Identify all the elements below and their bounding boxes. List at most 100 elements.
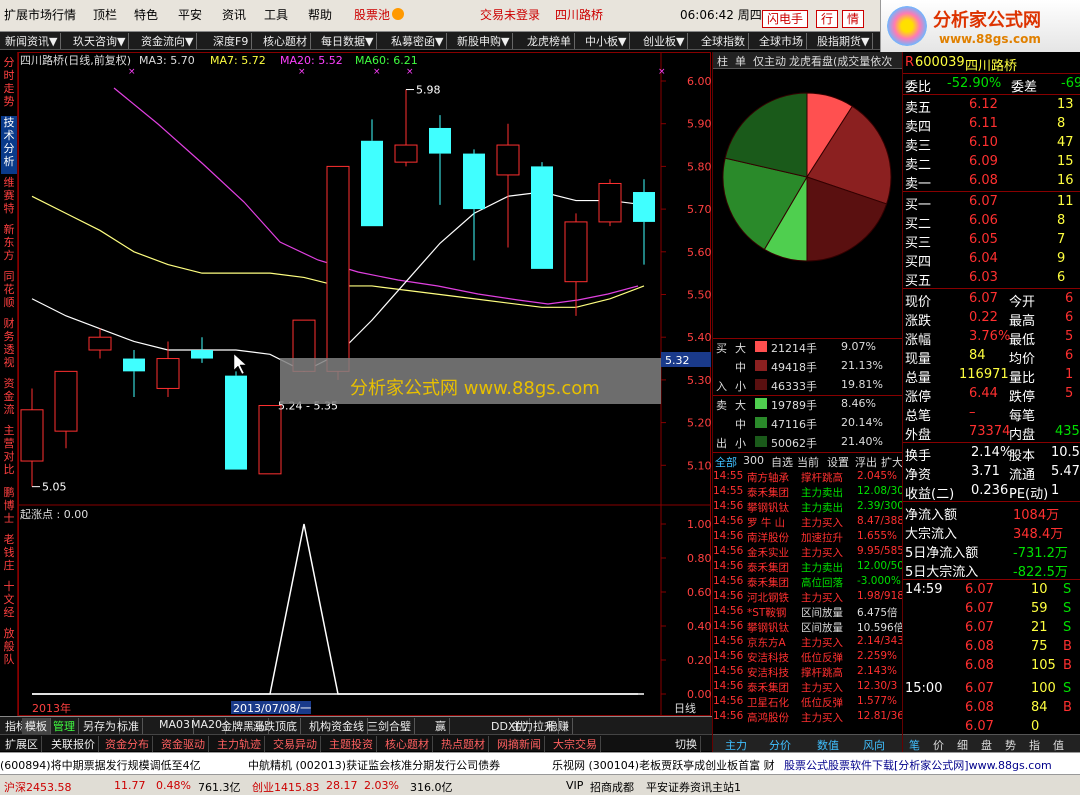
news-row[interactable]: 14:56 安洁科技 撑杆跳高 2.143% [713, 665, 903, 680]
news-row[interactable]: 14:56 罗 牛 山 主力买入 8.47/388 [713, 515, 903, 530]
left-nav-item-8[interactable]: 鹏博士 [1, 486, 17, 531]
news-row[interactable]: 14:56 南洋股份 加速拉升 1.655% [713, 530, 903, 545]
indicator-tab-9[interactable]: 机构资金线 [306, 718, 368, 734]
left-nav-item-0[interactable]: 分时走势 [1, 56, 17, 114]
indicator-tab-1[interactable]: 模板 [22, 718, 51, 734]
flow-tab-0[interactable]: 柱 [715, 53, 730, 69]
menu-item-extended-market[interactable]: 扩展市场行情 [4, 6, 76, 23]
extension-tab-6[interactable]: 主题投资 [326, 736, 377, 752]
switch-button[interactable]: 切换 [672, 736, 701, 752]
extension-tab-3[interactable]: 资金驱动 [158, 736, 209, 752]
extension-tab-9[interactable]: 网摘新闻 [494, 736, 545, 752]
left-nav-item-11[interactable]: 放般队 [1, 627, 17, 672]
left-nav-item-3[interactable]: 新东方 [1, 223, 17, 268]
news-tab-0[interactable]: 全部 [715, 454, 737, 470]
mid-bottom-tab-0[interactable]: 主力 [725, 737, 747, 753]
news-row[interactable]: 14:56 *ST鞍钢 区间放量 6.475倍 [713, 605, 903, 620]
quote-tab-1[interactable]: 价 [933, 737, 944, 752]
left-nav-item-6[interactable]: 资金流 [1, 377, 17, 422]
toolbar-item-9[interactable]: 中小板▼ [582, 33, 631, 49]
quote-tab-2[interactable]: 细 [957, 737, 968, 752]
news-row[interactable]: 14:56 高鸿股份 主力买入 12.81/36 [713, 710, 903, 725]
quote-tab-4[interactable]: 势 [1005, 737, 1016, 752]
news-tab-6[interactable]: 扩大 [881, 454, 903, 470]
news-tab-1[interactable]: 300 [743, 454, 764, 467]
news-row[interactable]: 14:56 攀钢钒钛 区间放量 10.596倍 [713, 620, 903, 635]
left-nav-item-5[interactable]: 财务透视 [1, 317, 17, 375]
flash-trade-button[interactable]: 闪电手 [762, 10, 809, 28]
ticker-item[interactable]: (600894)将中期票据发行规模调低至4亿 [0, 757, 201, 773]
extension-tab-0[interactable]: 扩展区 [2, 736, 42, 752]
news-row[interactable]: 14:56 泰禾集团 主力卖出 12.00/50 [713, 560, 903, 575]
left-nav-item-7[interactable]: 主营对比 [1, 424, 17, 482]
flow-tab-1[interactable]: 单 [733, 53, 748, 69]
news-tab-3[interactable]: 当前 [797, 454, 819, 470]
toolbar-item-4[interactable]: 核心题材 [260, 33, 311, 49]
flow-tab-3[interactable]: 龙虎看盘(成交量依次 [787, 53, 894, 69]
ticker-item[interactable]: 乐视网 (300104)老板贾跃亭成创业板首富 财 [552, 757, 775, 773]
extension-tab-7[interactable]: 核心题材 [382, 736, 433, 752]
toolbar-item-11[interactable]: 全球指数 [698, 33, 749, 49]
news-row[interactable]: 14:56 卫星石化 低位反弹 1.577% [713, 695, 903, 710]
quote-tab-0[interactable]: 笔 [909, 737, 920, 752]
left-nav-item-10[interactable]: 十文经 [1, 580, 17, 625]
news-row[interactable]: 14:56 泰禾集团 主力买入 12.30/3 [713, 680, 903, 695]
trade-login-status[interactable]: 交易未登录 [480, 6, 540, 23]
toolbar-item-3[interactable]: 深度F9 [210, 33, 253, 49]
left-nav-item-2[interactable]: 维赛特 [1, 176, 17, 221]
news-row[interactable]: 14:55 南方轴承 撑杆跳高 2.045% [713, 470, 903, 485]
quote-tab-6[interactable]: 值 [1053, 737, 1064, 752]
mid-bottom-tab-2[interactable]: 数值 [817, 737, 839, 753]
vip-badge[interactable]: VIP [566, 779, 583, 792]
indicator-tab-11[interactable]: 赢 [432, 718, 450, 734]
extension-tab-5[interactable]: 交易异动 [270, 736, 321, 752]
info-button[interactable]: 情 [842, 10, 865, 28]
news-tab-2[interactable]: 自选 [771, 454, 793, 470]
quote-tab-3[interactable]: 盘 [981, 737, 992, 752]
news-tab-4[interactable]: 设置 [827, 454, 849, 470]
period-label[interactable]: 日线 [674, 701, 696, 715]
toolbar-item-7[interactable]: 新股申购▼ [454, 33, 514, 49]
news-row[interactable]: 14:56 安洁科技 低位反弹 2.259% [713, 650, 903, 665]
toolbar-item-10[interactable]: 创业板▼ [640, 33, 689, 49]
news-row[interactable]: 14:55 泰禾集团 主力卖出 12.08/30 [713, 485, 903, 500]
kline-chart[interactable]: 四川路桥(日线,前复权) MA3: 5.70 MA7: 5.72 MA20: 5… [18, 52, 711, 716]
indicator-tab-8[interactable]: 涨跌顶底 [250, 718, 301, 734]
indicator-tab-14[interactable]: 稳赚 [544, 718, 573, 734]
menu-item-special[interactable]: 特色 [134, 6, 158, 23]
toolbar-item-8[interactable]: 龙虎榜单 [524, 33, 575, 49]
flow-tab-2[interactable]: 仅主动 [751, 53, 788, 69]
extension-tab-4[interactable]: 主力轨迹 [214, 736, 265, 752]
left-nav-item-4[interactable]: 同花顺 [1, 270, 17, 315]
news-row[interactable]: 14:56 泰禾集团 高位回落 -3.000% [713, 575, 903, 590]
mid-bottom-tab-1[interactable]: 分价 [769, 737, 791, 753]
indicator-tab-2[interactable]: 管理 [50, 718, 79, 734]
toolbar-item-0[interactable]: 新闻资讯▼ [2, 33, 62, 49]
news-row[interactable]: 14:56 金禾实业 主力买入 9.95/585 [713, 545, 903, 560]
extension-tab-2[interactable]: 资金分布 [102, 736, 153, 752]
menu-item-top[interactable]: 顶栏 [93, 6, 117, 23]
toolbar-item-6[interactable]: 私募密函▼ [388, 33, 448, 49]
news-tab-5[interactable]: 浮出 [855, 454, 877, 470]
ticker-item[interactable]: 中航精机 (002013)获证监会核准分期发行公司债券 [248, 757, 500, 773]
extension-tab-8[interactable]: 热点题材 [438, 736, 489, 752]
quote-button[interactable]: 行 [816, 10, 839, 28]
indicator-tab-4[interactable]: 标准 [114, 718, 143, 734]
menu-item-news[interactable]: 资讯 [222, 6, 246, 23]
menu-item-pingan[interactable]: 平安 [178, 6, 202, 23]
toolbar-item-2[interactable]: 资金流向▼ [138, 33, 198, 49]
extension-tab-1[interactable]: 关联报价 [48, 736, 99, 752]
extension-tab-10[interactable]: 大宗交易 [550, 736, 601, 752]
toolbar-item-1[interactable]: 玖天咨询▼ [70, 33, 130, 49]
quote-tab-5[interactable]: 指 [1029, 737, 1040, 752]
mid-bottom-tab-3[interactable]: 风向 [863, 737, 885, 753]
ticker-ad[interactable]: 股票公式股票软件下载[分析家公式网]www.88gs.com [784, 757, 1052, 773]
indicator-tab-10[interactable]: 三剑合璧 [364, 718, 415, 734]
news-row[interactable]: 14:56 攀钢钒钛 主力卖出 2.39/300 [713, 500, 903, 515]
toolbar-item-13[interactable]: 股指期货▼ [814, 33, 874, 49]
left-nav-item-1[interactable]: 技术分析 [1, 116, 17, 174]
menu-item-help[interactable]: 帮助 [308, 6, 332, 23]
left-nav-item-9[interactable]: 老钱庄 [1, 533, 17, 578]
news-row[interactable]: 14:56 河北钢铁 主力买入 1.98/918 [713, 590, 903, 605]
news-row[interactable]: 14:56 京东方A 主力买入 2.14/343 [713, 635, 903, 650]
